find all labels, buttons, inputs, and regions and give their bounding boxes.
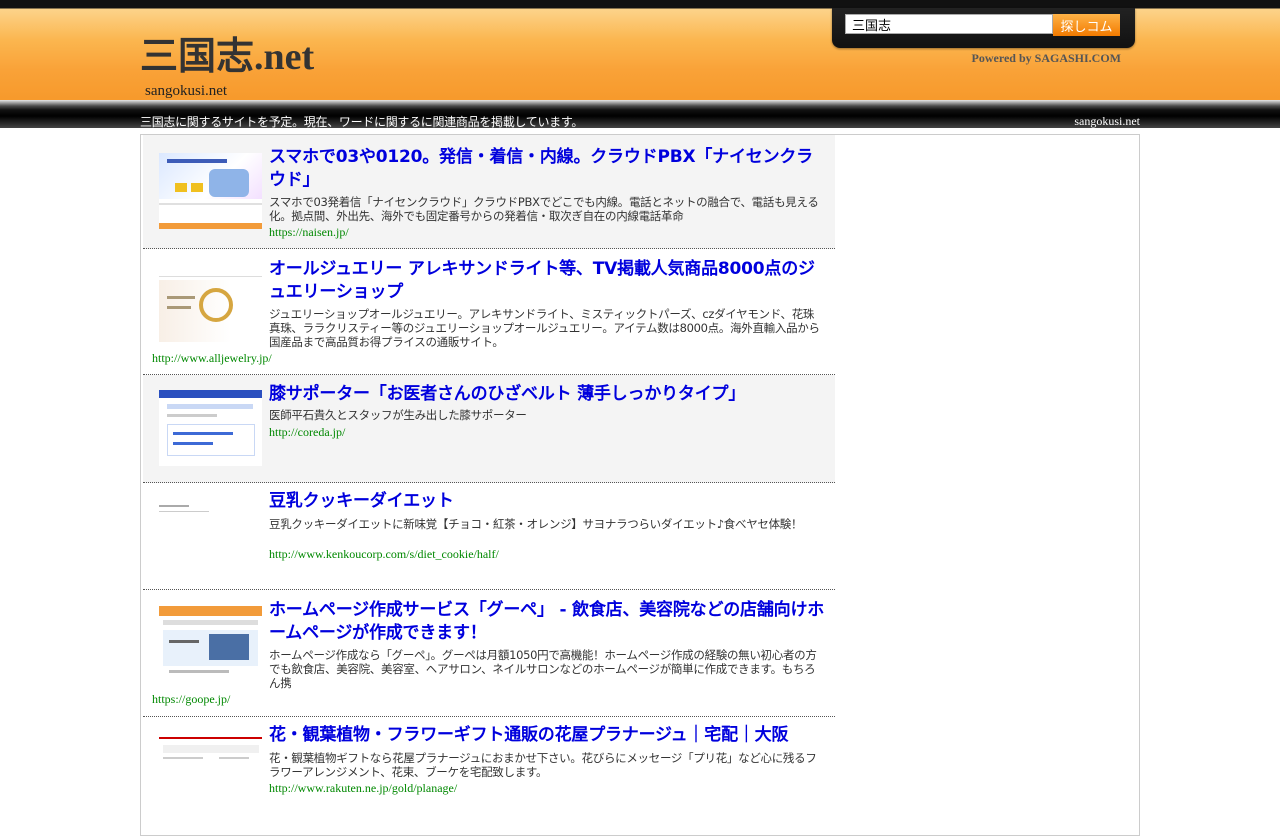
result-title-link[interactable]: 膝サポーター「お医者さんのひざベルト 薄手しっかりタイプ」 [269, 383, 829, 406]
result-description: 豆乳クッキーダイエットに新味覚【チョコ・紅茶・オレンジ】サヨナラつらいダイエット… [269, 517, 803, 531]
content-area: スマホで03や0120。発信・着信・内線。クラウドPBX「ナイセンクラウド」 ス… [140, 134, 1140, 836]
search-button[interactable]: 探しコム [1053, 14, 1120, 36]
result-url-link[interactable]: http://www.rakuten.ne.jp/gold/planage/ [269, 781, 457, 796]
result-description: 花・観葉植物ギフトなら花屋プラナージュにおまかせ下さい。花びらにメッセージ「プリ… [269, 751, 817, 779]
result-item: スマホで03や0120。発信・着信・内線。クラウドPBX「ナイセンクラウド」 ス… [143, 135, 835, 249]
result-thumbnail[interactable] [159, 731, 262, 771]
result-description: ホームページ作成なら「グーペ」。グーペは月額1050円で高機能！ホームページ作成… [269, 648, 817, 690]
result-item: 豆乳クッキーダイエット 豆乳クッキーダイエットに新味覚【チョコ・紅茶・オレンジ】… [143, 483, 835, 590]
result-url-link[interactable]: https://goope.jp/ [152, 692, 230, 707]
powered-by-link[interactable]: Powered by SAGASHI.COM [955, 51, 1121, 66]
result-thumbnail[interactable] [159, 390, 262, 466]
domain-label: sangokusi.net [1074, 114, 1140, 128]
result-description: スマホで03発着信「ナイセンクラウド」クラウドPBXでどこでも内線。電話とネット… [269, 195, 819, 223]
result-title-link[interactable]: ホームページ作成サービス「グーペ」 - 飲食店、美容院などの店舗向けホームページ… [269, 599, 829, 645]
result-url-link[interactable]: http://www.alljewelry.jp/ [152, 351, 272, 366]
result-url-link[interactable]: https://naisen.jp/ [269, 225, 349, 240]
result-title-link[interactable]: 豆乳クッキーダイエット [269, 490, 829, 513]
result-description: ジュエリーショップオールジュエリー。アレキサンドライト、ミスティックトパーズ、c… [269, 307, 820, 349]
site-tagline: 三国志に関するサイトを予定。現在、ワードに関するに関連商品を掲載しています。 [140, 115, 584, 129]
result-item: オールジュエリー アレキサンドライト等、TV掲載人気商品8000点のジュエリーシ… [143, 249, 835, 375]
header: 三国志.net sangokusi.net 探しコム Powered by SA… [0, 0, 1280, 100]
search-box: 探しコム [832, 8, 1135, 48]
results-list: スマホで03や0120。発信・着信・内線。クラウドPBX「ナイセンクラウド」 ス… [143, 135, 835, 807]
result-title-link[interactable]: スマホで03や0120。発信・着信・内線。クラウドPBX「ナイセンクラウド」 [269, 146, 829, 192]
result-item: ホームページ作成サービス「グーペ」 - 飲食店、美容院などの店舗向けホームページ… [143, 590, 835, 717]
site-subtitle: sangokusi.net [145, 83, 228, 99]
result-thumbnail[interactable] [159, 153, 262, 229]
site-title[interactable]: 三国志.net [140, 33, 314, 81]
result-url-link[interactable]: http://coreda.jp/ [269, 425, 345, 440]
result-thumbnail[interactable] [159, 266, 262, 342]
search-input[interactable] [845, 14, 1053, 34]
result-item: 花・観葉植物・フラワーギフト通販の花屋プラナージュ｜宅配｜大阪 花・観葉植物ギフ… [143, 717, 835, 807]
result-item: 膝サポーター「お医者さんのひざベルト 薄手しっかりタイプ」 医師平石貴久とスタッ… [143, 375, 835, 483]
result-title-link[interactable]: 花・観葉植物・フラワーギフト通販の花屋プラナージュ｜宅配｜大阪 [269, 724, 829, 747]
result-title-link[interactable]: オールジュエリー アレキサンドライト等、TV掲載人気商品8000点のジュエリーシ… [269, 258, 829, 304]
result-description: 医師平石貴久とスタッフが生み出した膝サポーター [269, 408, 527, 422]
result-url-link[interactable]: http://www.kenkoucorp.com/s/diet_cookie/… [269, 547, 499, 562]
result-thumbnail[interactable] [159, 606, 262, 682]
result-thumbnail[interactable] [159, 493, 262, 569]
